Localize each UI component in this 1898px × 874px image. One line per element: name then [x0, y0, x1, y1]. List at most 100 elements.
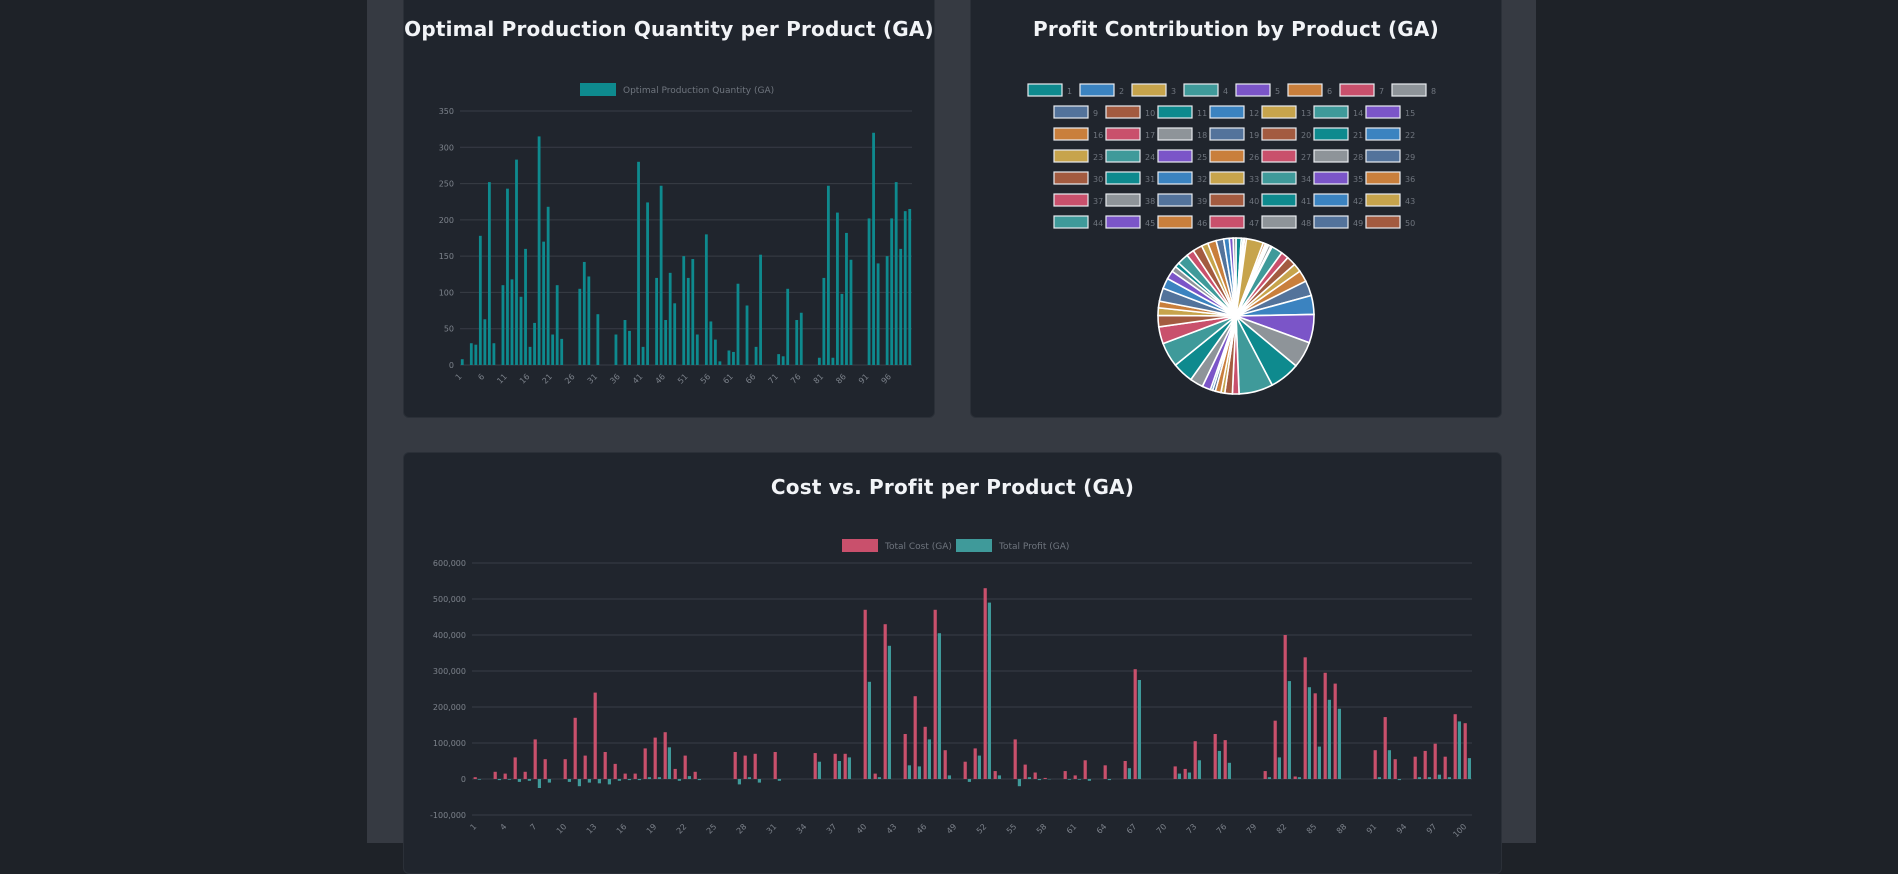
cp-cost-bar [1274, 721, 1277, 779]
cp-cost-bar [594, 693, 597, 779]
cp-cost-bar [514, 757, 517, 779]
qty-legend: Optimal Production Quantity (GA) [580, 83, 774, 96]
pie-legend-item: 19 [1210, 128, 1259, 140]
cp-cost-bar [604, 752, 607, 779]
pie-legend-swatch [1314, 194, 1348, 206]
pie-legend-item: 29 [1366, 150, 1415, 162]
pie-legend-item: 2 [1080, 84, 1124, 96]
qty-bar [502, 285, 505, 365]
qty-bar [827, 186, 830, 365]
cp-cost-bar [614, 764, 617, 779]
pie-legend-swatch [1366, 172, 1400, 184]
qty-bar [728, 350, 731, 365]
qty-bar [718, 361, 721, 365]
cp-profit-bar [938, 633, 941, 779]
pie-legend-swatch [1028, 84, 1062, 96]
cp-cost-bar [994, 771, 997, 779]
qty-bar [511, 279, 514, 365]
cp-xtick-label: 4 [498, 822, 508, 832]
qty-bar [709, 321, 712, 365]
pie-legend-label: 38 [1145, 197, 1155, 206]
cp-xtick-label: 58 [1035, 822, 1049, 836]
cp-cost-bar [1084, 760, 1087, 779]
cp-xtick-label: 25 [705, 822, 719, 836]
cp-profit-bar [918, 766, 921, 779]
cp-profit-bar [948, 775, 951, 779]
pie-legend-item: 13 [1262, 106, 1311, 118]
cp-legend: Total Cost (GA)Total Profit (GA) [842, 539, 1069, 552]
cp-cost-bar [744, 756, 747, 779]
pie-legend-label: 3 [1171, 87, 1176, 96]
cp-ytick-label: -100,000 [430, 811, 466, 820]
qty-xtick-label: 11 [495, 372, 509, 386]
cp-cost-bar [1464, 723, 1467, 779]
qty-xtick-label: 1 [454, 372, 464, 382]
pie-legend-swatch [1132, 84, 1166, 96]
pie-legend-swatch [1158, 216, 1192, 228]
pie-legend-label: 36 [1405, 175, 1415, 184]
cp-cost-bar [1424, 751, 1427, 779]
cp-profit-bar [1128, 768, 1131, 779]
pie-legend-item: 20 [1262, 128, 1311, 140]
pie-legend-item: 34 [1262, 172, 1311, 184]
pie-legend-item: 17 [1106, 128, 1155, 140]
cp-cost-bar [654, 738, 657, 779]
qty-xtick-label: 86 [834, 372, 848, 386]
qty-xtick-label: 46 [654, 372, 668, 386]
pie-legend-label: 8 [1431, 87, 1436, 96]
cp-legend-label-profit: Total Profit (GA) [998, 542, 1069, 552]
qty-bar [542, 242, 545, 365]
pie-legend-swatch [1262, 194, 1296, 206]
cp-profit-bar [1428, 777, 1431, 779]
cp-cost-bar [984, 588, 987, 779]
cp-profit-bar [658, 777, 661, 779]
cp-xtick-label: 79 [1245, 822, 1259, 836]
cp-ytick-label: 500,000 [433, 595, 466, 604]
qty-bar [533, 323, 536, 365]
qty-xtick-label: 76 [789, 372, 803, 386]
cp-profit-bar [498, 779, 501, 780]
pie-legend-swatch [1262, 150, 1296, 162]
cp-cost-bar [834, 754, 837, 779]
pie-legend-swatch [1314, 150, 1348, 162]
qty-bar [872, 133, 875, 365]
cp-legend-swatch-cost [842, 539, 878, 552]
pie-legend-label: 35 [1353, 175, 1363, 184]
pie-legend-label: 33 [1249, 175, 1259, 184]
cp-profit-bar [888, 646, 891, 779]
qty-xtick-label: 31 [586, 372, 600, 386]
qty-bar [737, 284, 740, 365]
cp-xtick-label: 37 [825, 822, 839, 836]
qty-bar [628, 331, 631, 365]
qty-ytick-label: 300 [439, 143, 454, 152]
qty-bar [492, 343, 495, 365]
cp-cost-bar [1324, 673, 1327, 779]
cp-xtick-label: 91 [1365, 822, 1379, 836]
cp-profit-bar [968, 779, 971, 782]
pie-legend-label: 50 [1405, 219, 1415, 228]
pie-legend-item: 6 [1288, 84, 1332, 96]
pie-legend-swatch [1314, 172, 1348, 184]
cp-cost-bar [974, 748, 977, 779]
pie-legend-label: 9 [1093, 109, 1098, 118]
cp-cost-bar [494, 772, 497, 779]
pie-legend-label: 6 [1327, 87, 1332, 96]
cp-profit-bar [978, 756, 981, 779]
cp-xtick-label: 73 [1185, 822, 1199, 836]
qty-bar [777, 354, 780, 365]
cp-profit-bar [548, 779, 551, 783]
pie-legend-label: 22 [1405, 131, 1415, 140]
pie-legend-item: 15 [1366, 106, 1415, 118]
pie-legend-swatch [1158, 106, 1192, 118]
pie-legend-label: 25 [1197, 153, 1207, 162]
cp-profit-bar [908, 765, 911, 779]
pie-legend: 1234567891011121314151617181920212223242… [1028, 84, 1436, 228]
cp-cost-bar [1034, 773, 1037, 779]
qty-bar [547, 207, 550, 365]
cp-profit-bar [678, 779, 681, 781]
qty-bar [470, 343, 473, 365]
pie-legend-item: 42 [1314, 194, 1363, 206]
pie-legend-item: 9 [1054, 106, 1098, 118]
cp-cost-bar [884, 624, 887, 779]
cp-xtick-label: 7 [528, 822, 538, 832]
